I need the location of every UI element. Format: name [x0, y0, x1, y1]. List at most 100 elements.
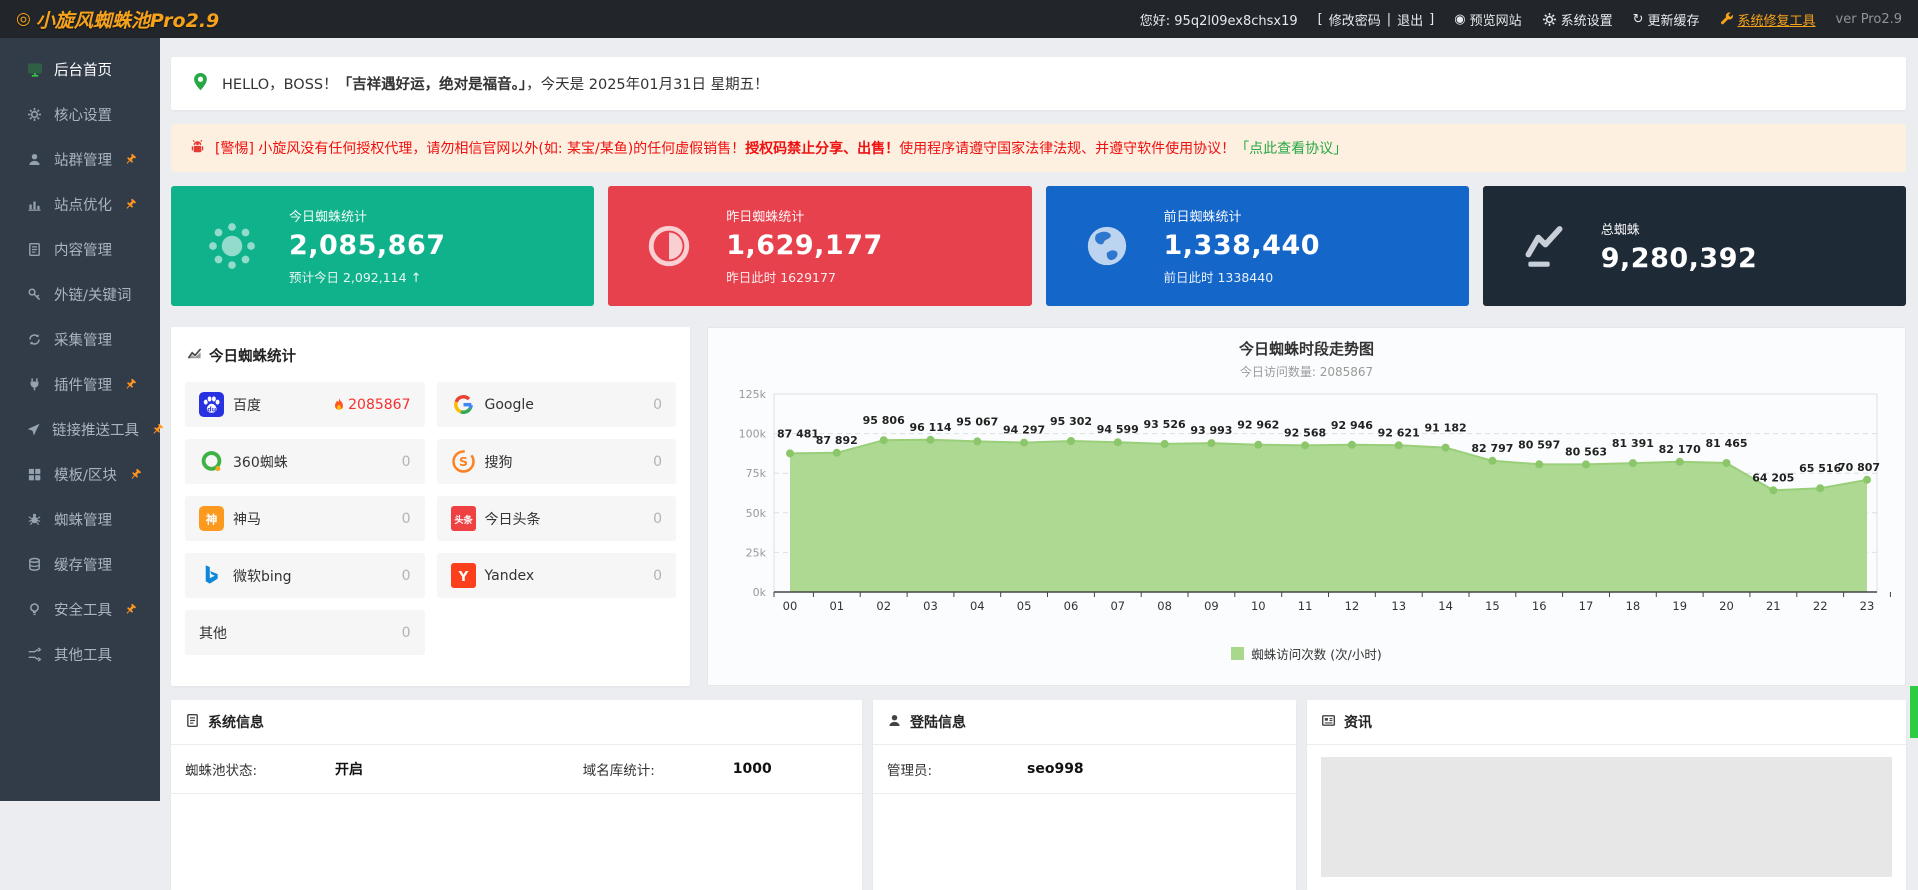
sidebar-item-site-optimize[interactable]: 站点优化: [0, 182, 160, 227]
spider-panel-header: 今日蜘蛛统计: [187, 345, 676, 366]
stat-card-sub: 前日此时 1338440: [1164, 267, 1321, 286]
sidebar-item-label: 模板/区块: [54, 464, 117, 485]
stat-card-today[interactable]: 今日蜘蛛统计2,085,867预计今日 2,092,114 ↑: [171, 186, 594, 306]
spider-panel-title: 今日蜘蛛统计: [209, 345, 296, 366]
robot-icon: [189, 138, 206, 159]
svg-text:75k: 75k: [746, 467, 767, 480]
stat-card-yesterday[interactable]: 昨日蜘蛛统计1,629,177昨日此时 1629177: [608, 186, 1031, 306]
sidebar-item-label: 内容管理: [54, 239, 112, 260]
engine-tile-shenma: 神神马0: [185, 496, 425, 541]
svg-text:95 067: 95 067: [956, 415, 998, 428]
sidebar-item-links-keywords[interactable]: 外链/关键词: [0, 272, 160, 317]
svg-text:81 391: 81 391: [1612, 437, 1654, 450]
refresh-cache-link-label: 更新缓存: [1648, 10, 1700, 29]
preview-icon: ◉: [1454, 13, 1465, 26]
topbar-right: 您好: 95q2l09ex8chsx19 [ 修改密码 | 退出 ] ◉预览网站…: [1140, 10, 1902, 29]
info-value: seo998: [1027, 761, 1084, 777]
user-dark-icon: [887, 713, 902, 732]
engine-tile-bing: 微软bing0: [185, 553, 425, 598]
baidu-icon: du: [199, 392, 224, 417]
bulb-icon: [26, 602, 43, 617]
stat-card-body: 今日蜘蛛统计2,085,867预计今日 2,092,114 ↑: [289, 206, 446, 286]
sidebar-item-cache-manage[interactable]: 缓存管理: [0, 542, 160, 587]
stat-cards: 今日蜘蛛统计2,085,867预计今日 2,092,114 ↑ 昨日蜘蛛统计1,6…: [171, 186, 1906, 306]
change-password-link[interactable]: 修改密码: [1329, 10, 1381, 29]
app-title: 小旋风蜘蛛池Pro2.9: [36, 6, 219, 33]
sidebar-item-plugins[interactable]: 插件管理: [0, 362, 160, 407]
scrollbar-thumb[interactable]: [1910, 686, 1918, 738]
stat-card-label: 今日蜘蛛统计: [289, 206, 446, 225]
chart-legend[interactable]: 蜘蛛访问次数 (次/小时): [722, 644, 1891, 663]
sidebar-item-spider-manage[interactable]: 蜘蛛管理: [0, 497, 160, 542]
system-settings-link[interactable]: 系统设置: [1542, 10, 1613, 29]
refresh-cache-link[interactable]: ↻更新缓存: [1633, 10, 1700, 29]
warning-banner: [警惕] 小旋风没有任何授权代理，请勿相信官网以外(如: 某宝/某鱼)的任何虚假…: [171, 124, 1906, 172]
sidebar-item-collect[interactable]: 采集管理: [0, 317, 160, 362]
sidebar-item-label: 缓存管理: [54, 554, 112, 575]
agreement-link[interactable]: 「点此查看协议」: [1235, 141, 1347, 157]
trend-chart-panel: 今日蜘蛛时段走势图 今日访问数量: 2085867 0k25k50k75k100…: [707, 327, 1906, 686]
sun-icon: [201, 219, 263, 273]
stat-card-label: 昨日蜘蛛统计: [726, 206, 883, 225]
sidebar-item-content[interactable]: 内容管理: [0, 227, 160, 272]
login-info-panel: 登陆信息 管理员:seo998: [873, 700, 1296, 890]
sidebar: 后台首页核心设置站群管理站点优化内容管理外链/关键词采集管理插件管理链接推送工具…: [0, 38, 160, 801]
preview-site-link[interactable]: ◉预览网站: [1454, 10, 1521, 29]
pin-icon: [129, 468, 142, 481]
engine-name: 百度: [233, 395, 261, 415]
sidebar-item-templates[interactable]: 模板/区块: [0, 452, 160, 497]
repair-tool-link[interactable]: 系统修复工具: [1720, 10, 1816, 29]
sidebar-item-home[interactable]: 后台首页: [0, 47, 160, 92]
svg-text:07: 07: [1110, 599, 1125, 613]
svg-text:65 516: 65 516: [1799, 462, 1841, 475]
svg-text:96 114: 96 114: [909, 421, 951, 434]
engine-name: 其他: [199, 623, 227, 643]
logout-link[interactable]: 退出: [1397, 10, 1423, 29]
stat-card-body: 昨日蜘蛛统计1,629,177昨日此时 1629177: [726, 206, 883, 286]
engine-value: 0: [402, 454, 411, 470]
sidebar-item-site-group[interactable]: 站群管理: [0, 137, 160, 182]
contrast-icon: [638, 219, 700, 273]
info-label: 蜘蛛池状态:: [185, 759, 335, 779]
sidebar-item-label: 插件管理: [54, 374, 112, 395]
svg-text:93 993: 93 993: [1190, 424, 1232, 437]
news-title: 资讯: [1344, 712, 1372, 732]
app-logo[interactable]: ◎ 小旋风蜘蛛池Pro2.9: [16, 6, 219, 33]
stat-card-day-before[interactable]: 前日蜘蛛统计1,338,440前日此时 1338440: [1046, 186, 1469, 306]
stat-card-label: 总蜘蛛: [1601, 219, 1758, 238]
wrench-icon: [1720, 12, 1734, 26]
engine-tile-baidu: du百度2085867: [185, 382, 425, 427]
pin-icon: [124, 378, 137, 391]
google-icon: [451, 392, 476, 417]
account-actions: [ 修改密码 | 退出 ]: [1318, 10, 1435, 29]
svg-text:25k: 25k: [746, 546, 767, 559]
topbar-links: ◉预览网站 系统设置 ↻更新缓存 系统修复工具: [1454, 10, 1815, 29]
stat-card-value: 9,280,392: [1601, 243, 1758, 274]
svg-text:87 481: 87 481: [777, 427, 819, 440]
svg-text:21: 21: [1766, 599, 1781, 613]
engine-name: 360蜘蛛: [233, 452, 288, 472]
svg-text:22: 22: [1813, 599, 1828, 613]
legend-swatch: [1231, 647, 1244, 660]
sidebar-item-push-tools[interactable]: 链接推送工具: [0, 407, 160, 452]
stat-card-total[interactable]: 总蜘蛛 9,280,392: [1483, 186, 1906, 306]
login-info-rows: 管理员:seo998: [873, 745, 1296, 794]
svg-text:头条: 头条: [454, 514, 473, 526]
sidebar-item-other-tools[interactable]: 其他工具: [0, 632, 160, 677]
sidebar-item-core-settings[interactable]: 核心设置: [0, 92, 160, 137]
engine-value: 0: [402, 511, 411, 527]
engine-name: 微软bing: [233, 566, 292, 586]
info-value: 1000: [733, 761, 772, 777]
sidebar-item-label: 采集管理: [54, 329, 112, 350]
svg-text:95 302: 95 302: [1050, 415, 1092, 428]
info-label: 管理员:: [887, 759, 1027, 779]
svg-text:09: 09: [1204, 599, 1219, 613]
doc-icon: [26, 242, 43, 257]
sidebar-item-security-tools[interactable]: 安全工具: [0, 587, 160, 632]
chart-title: 今日蜘蛛时段走势图: [722, 338, 1891, 359]
svg-text:00: 00: [783, 599, 798, 613]
svg-text:100k: 100k: [739, 428, 767, 441]
engine-name: 今日头条: [485, 509, 541, 529]
flame-icon: [332, 397, 346, 412]
system-info-panel: 系统信息 蜘蛛池状态:开启域名库统计:1000: [171, 700, 862, 890]
